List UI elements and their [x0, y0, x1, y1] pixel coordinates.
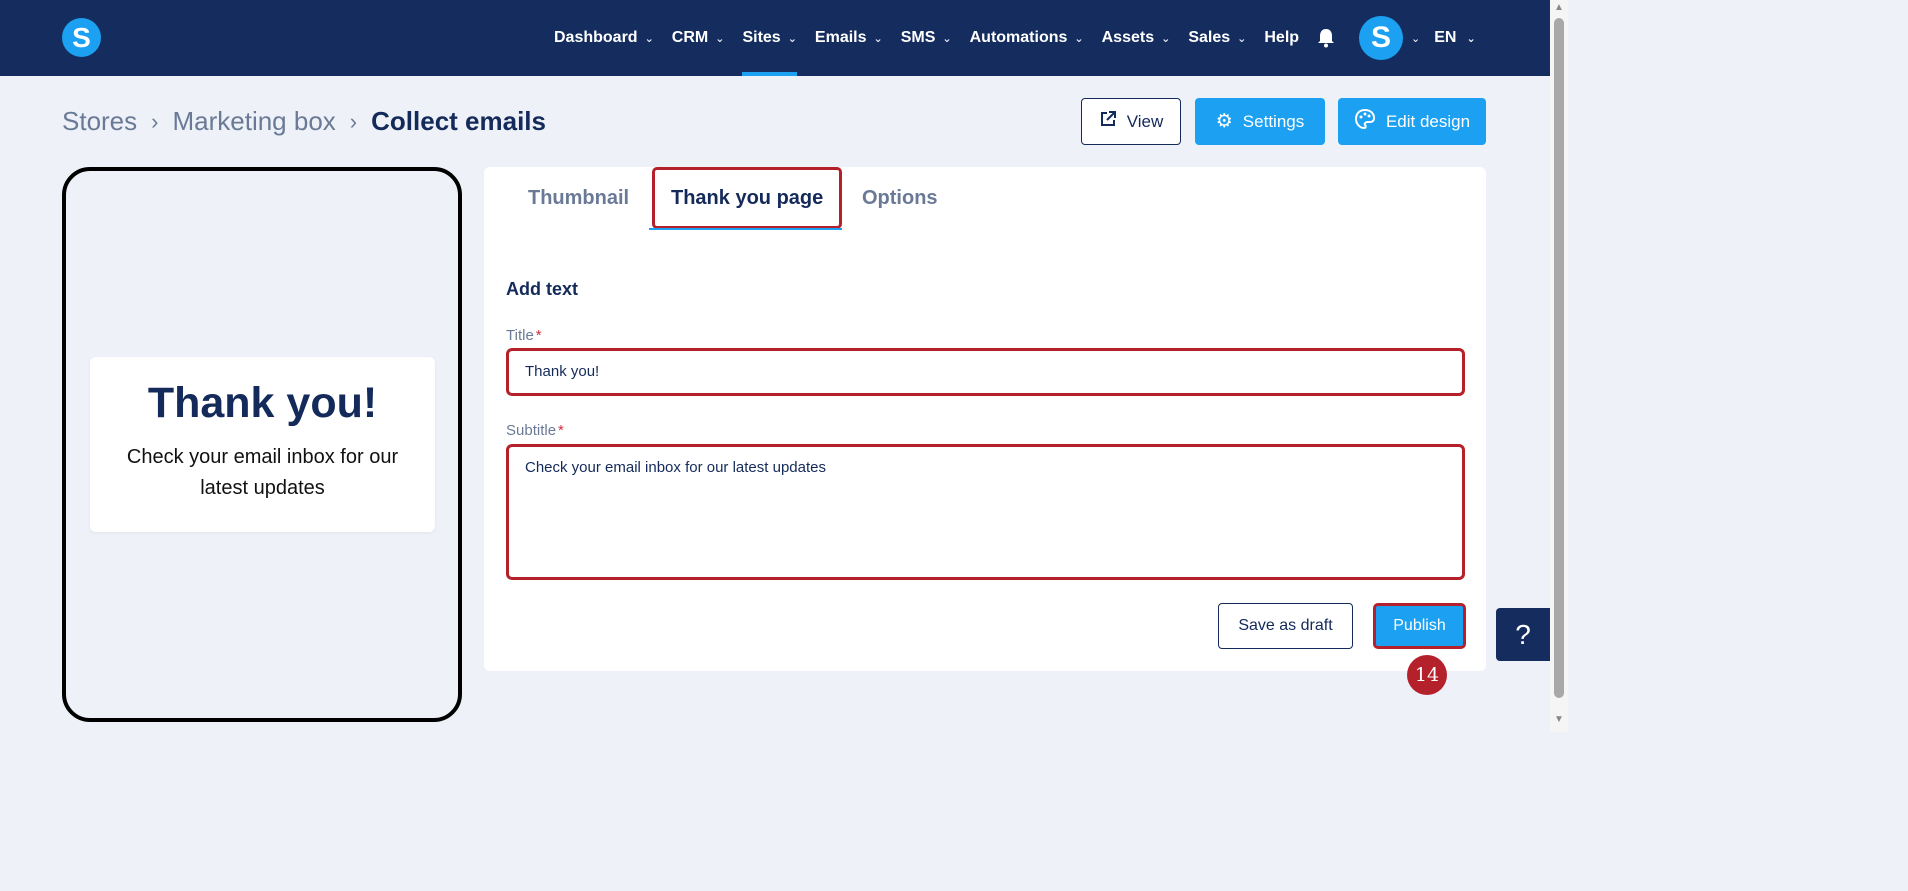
- chevron-right-icon: ›: [151, 108, 159, 134]
- view-label: View: [1126, 111, 1164, 131]
- subtitle-label-text: Subtitle: [506, 422, 557, 439]
- edit-design-label: Edit design: [1385, 111, 1471, 131]
- external-link-icon: [1099, 110, 1117, 134]
- tab-thumbnail[interactable]: Thumbnail: [528, 187, 629, 217]
- breadcrumb-stores[interactable]: Stores: [62, 106, 137, 137]
- chevron-down-icon: ⌄: [1237, 32, 1247, 45]
- chevron-down-icon: ⌄: [873, 32, 883, 45]
- nav-item-help[interactable]: Help: [1264, 0, 1299, 76]
- required-mark: *: [535, 327, 542, 344]
- palette-icon: [1354, 108, 1376, 136]
- chevron-down-icon: ⌄: [715, 32, 725, 45]
- title-input[interactable]: Thank you!: [506, 348, 1465, 396]
- bell-icon[interactable]: [1317, 28, 1335, 48]
- nav-item-automations[interactable]: Automations ⌄: [970, 0, 1084, 76]
- tab-thank-you-page[interactable]: Thank you page: [671, 187, 823, 217]
- tab-options[interactable]: Options: [862, 187, 938, 217]
- nav-item-emails[interactable]: Emails ⌄: [815, 0, 883, 76]
- required-mark: *: [558, 422, 564, 439]
- chevron-down-icon[interactable]: ⌄: [1411, 32, 1420, 45]
- chevron-down-icon: ⌄: [1466, 32, 1476, 45]
- publish-button[interactable]: Publish: [1373, 603, 1466, 649]
- view-button[interactable]: View: [1081, 98, 1181, 145]
- mobile-preview: Thank you! Check your email inbox for ou…: [62, 167, 462, 722]
- preview-subtitle: Check your email inbox for our latest up…: [126, 446, 399, 499]
- chevron-down-icon: ⌄: [1161, 32, 1171, 45]
- top-navbar: S Dashboard ⌄ CRM ⌄ Sites ⌄ Emails ⌄ SMS ⌄ Au…: [0, 0, 1550, 76]
- edit-design-button[interactable]: Edit design: [1338, 98, 1486, 145]
- step-number-badge: 14: [1407, 655, 1447, 695]
- nav-label: Assets: [1101, 29, 1155, 46]
- nav-item-sites[interactable]: Sites ⌄: [742, 0, 798, 76]
- settings-button[interactable]: ⚙ Settings: [1195, 98, 1325, 145]
- nav-item-crm[interactable]: CRM ⌄: [672, 0, 725, 76]
- nav-item-dashboard[interactable]: Dashboard ⌄: [554, 0, 654, 76]
- breadcrumb-marketing-box[interactable]: Marketing box: [172, 106, 335, 137]
- scroll-up-icon[interactable]: ▲: [1553, 2, 1565, 13]
- save-as-draft-button[interactable]: Save as draft: [1218, 603, 1353, 649]
- nav-label: Automations: [969, 29, 1068, 46]
- nav-label: SMS: [900, 29, 936, 46]
- nav-label: Help: [1264, 29, 1300, 46]
- active-tab-indicator: [649, 228, 842, 230]
- editor-panel: Thumbnail Thank you page Options Add tex…: [484, 167, 1486, 671]
- app-logo[interactable]: S: [62, 18, 101, 57]
- title-label-text: Title: [506, 327, 534, 344]
- avatar[interactable]: S: [1359, 16, 1404, 60]
- preview-title: Thank you!: [147, 379, 378, 427]
- scroll-down-icon[interactable]: ▼: [1553, 714, 1565, 725]
- nav-label: Emails: [814, 29, 867, 46]
- subtitle-field-label: Subtitle *: [506, 422, 564, 439]
- help-widget-button[interactable]: ?: [1496, 608, 1550, 661]
- chevron-down-icon: ⌄: [1074, 32, 1084, 45]
- nav-label: Sales: [1188, 29, 1231, 46]
- nav-item-sms[interactable]: SMS ⌄: [901, 0, 952, 76]
- nav-item-assets[interactable]: Assets ⌄: [1102, 0, 1171, 76]
- breadcrumb: Stores › Marketing box › Collect emails: [62, 106, 546, 137]
- language-label: EN: [1434, 29, 1457, 46]
- nav-item-sales[interactable]: Sales ⌄: [1188, 0, 1246, 76]
- title-field-label: Title *: [506, 327, 542, 344]
- page-scrollbar[interactable]: ▲ ▼: [1550, 0, 1568, 732]
- gear-icon: ⚙: [1215, 111, 1233, 132]
- subtitle-textarea[interactable]: Check your email inbox for our latest up…: [506, 444, 1465, 580]
- chevron-right-icon: ›: [349, 108, 358, 134]
- language-selector[interactable]: EN ⌄: [1434, 29, 1475, 47]
- section-title: Add text: [506, 279, 578, 299]
- nav-label: Sites: [742, 29, 781, 46]
- chevron-down-icon: ⌄: [942, 32, 952, 45]
- settings-label: Settings: [1242, 111, 1305, 131]
- page-title: Collect emails: [371, 106, 546, 136]
- nav-label: Dashboard: [554, 29, 638, 46]
- chevron-down-icon: ⌄: [644, 32, 654, 45]
- main-nav: Dashboard ⌄ CRM ⌄ Sites ⌄ Emails ⌄ SMS ⌄ Auto…: [554, 0, 1476, 76]
- chevron-down-icon: ⌄: [787, 32, 797, 45]
- nav-label: CRM: [671, 29, 709, 46]
- scroll-thumb[interactable]: [1554, 18, 1564, 698]
- preview-card: Thank you! Check your email inbox for ou…: [90, 357, 435, 532]
